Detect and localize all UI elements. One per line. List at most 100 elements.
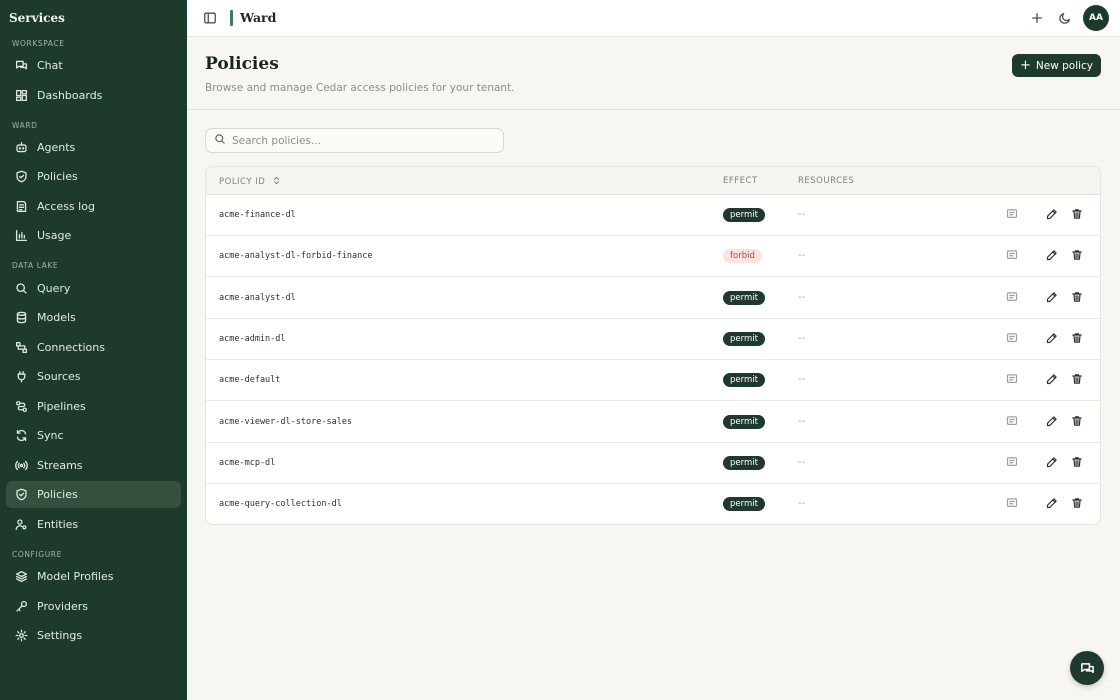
page-header: Policies Browse and manage Cedar access … xyxy=(187,37,1120,110)
table-header: POLICY ID EFFECT RESOURCES xyxy=(206,167,1100,195)
policy-id: acme-analyst-dl-forbid-finance xyxy=(219,251,373,262)
table-row[interactable]: acme-query-collection-dl permit -- xyxy=(206,484,1100,524)
sidebar-item-streams[interactable]: Streams xyxy=(6,452,181,479)
sidebar-item-label: Streams xyxy=(37,459,83,472)
delete-icon[interactable] xyxy=(1071,291,1084,304)
delete-icon[interactable] xyxy=(1071,497,1084,510)
sidebar-item-pipelines[interactable]: Pipelines xyxy=(6,393,181,420)
plus-icon: + xyxy=(1019,58,1031,73)
table-row[interactable]: acme-admin-dl permit -- xyxy=(206,319,1100,360)
edit-icon[interactable] xyxy=(1046,497,1059,510)
section-workspace: WORKSPACE xyxy=(12,39,65,48)
user-settings-icon xyxy=(14,518,28,532)
sidebar-item-label: Sync xyxy=(37,429,64,442)
delete-icon[interactable] xyxy=(1071,249,1084,262)
sidebar-item-label: Policies xyxy=(37,488,78,501)
sidebar-item-ward-policies[interactable]: Policies xyxy=(6,163,181,190)
table-row[interactable]: acme-viewer-dl-store-sales permit -- xyxy=(206,402,1100,443)
edit-icon[interactable] xyxy=(1046,249,1059,262)
plus-icon[interactable] xyxy=(1030,11,1044,25)
effect-badge: permit xyxy=(723,455,765,470)
table-row[interactable]: acme-mcp-dl permit -- xyxy=(206,443,1100,484)
moon-icon[interactable] xyxy=(1058,11,1072,25)
sidebar-item-usage[interactable]: Usage xyxy=(6,222,181,249)
edit-icon[interactable] xyxy=(1046,415,1059,428)
table-row[interactable]: acme-finance-dl permit -- xyxy=(206,195,1100,236)
key-icon xyxy=(14,600,28,614)
comment-icon[interactable] xyxy=(1006,373,1019,386)
delete-icon[interactable] xyxy=(1071,373,1084,386)
sidebar-brand: Services xyxy=(9,11,65,25)
sidebar-item-providers[interactable]: Providers xyxy=(6,593,181,620)
column-header-effect: EFFECT xyxy=(723,176,758,186)
comment-icon[interactable] xyxy=(1006,249,1019,262)
table-row[interactable]: acme-default permit -- xyxy=(206,360,1100,402)
bar-chart-icon xyxy=(14,229,28,243)
sidebar-item-agents[interactable]: Agents xyxy=(6,134,181,161)
chat-fab-button[interactable] xyxy=(1070,651,1104,685)
sidebar-item-chat[interactable]: Chat xyxy=(6,52,181,79)
comment-icon[interactable] xyxy=(1006,291,1019,304)
resources-value: -- xyxy=(798,374,806,386)
effect-badge: permit xyxy=(723,290,765,305)
comment-icon[interactable] xyxy=(1006,497,1019,510)
column-header-policy-id[interactable]: POLICY ID xyxy=(219,176,280,188)
plug-icon xyxy=(14,370,28,384)
delete-icon[interactable] xyxy=(1071,456,1084,469)
sidebar-item-label: Dashboards xyxy=(37,89,103,102)
resources-value: -- xyxy=(798,209,806,220)
new-policy-button[interactable]: + New policy xyxy=(1012,54,1101,77)
avatar[interactable]: AA xyxy=(1083,5,1109,31)
delete-icon[interactable] xyxy=(1071,415,1084,428)
comment-icon[interactable] xyxy=(1006,332,1019,345)
layers-icon xyxy=(14,570,28,584)
sidebar-item-settings[interactable]: Settings xyxy=(6,622,181,649)
table-row[interactable]: acme-analyst-dl permit -- xyxy=(206,278,1100,319)
effect-badge: permit xyxy=(723,497,765,512)
column-header-resources: RESOURCES xyxy=(798,176,855,186)
chat-icon xyxy=(14,59,28,73)
search-box xyxy=(205,128,504,153)
dashboard-icon xyxy=(14,89,28,103)
sidebar-item-models[interactable]: Models xyxy=(6,304,181,331)
policy-id: acme-mcp-dl xyxy=(219,457,276,468)
sidebar-item-model-profiles[interactable]: Model Profiles xyxy=(6,563,181,590)
delete-icon[interactable] xyxy=(1071,208,1084,221)
sidebar-item-dashboards[interactable]: Dashboards xyxy=(6,82,181,109)
effect-badge: forbid xyxy=(723,249,762,264)
sidebar-item-label: Settings xyxy=(37,629,83,642)
sidebar-item-sources[interactable]: Sources xyxy=(6,363,181,390)
sidebar-toggle-icon[interactable] xyxy=(203,11,217,25)
sidebar-item-label: Providers xyxy=(37,600,89,613)
sidebar-item-sync[interactable]: Sync xyxy=(6,422,181,449)
sidebar-item-label: Usage xyxy=(37,229,72,242)
search-input[interactable] xyxy=(232,134,482,147)
delete-icon[interactable] xyxy=(1071,332,1084,345)
sidebar-item-access-log[interactable]: Access log xyxy=(6,193,181,220)
policy-id: acme-finance-dl xyxy=(219,210,296,220)
comment-icon[interactable] xyxy=(1006,415,1019,428)
broadcast-icon xyxy=(14,459,28,473)
sidebar-item-label: Query xyxy=(37,282,71,295)
comment-icon[interactable] xyxy=(1006,456,1019,469)
sidebar-item-label: Models xyxy=(37,311,76,324)
edit-icon[interactable] xyxy=(1046,373,1059,386)
effect-badge: permit xyxy=(723,373,765,388)
sidebar: Services WORKSPACE Chat Dashboards WARD … xyxy=(0,0,187,700)
effect-badge: permit xyxy=(723,414,765,429)
sidebar-item-entities[interactable]: Entities xyxy=(6,511,181,538)
sidebar-item-policies[interactable]: Policies xyxy=(6,481,181,508)
sidebar-item-connections[interactable]: Connections xyxy=(6,334,181,361)
section-ward: WARD xyxy=(12,121,38,130)
edit-icon[interactable] xyxy=(1046,291,1059,304)
edit-icon[interactable] xyxy=(1046,456,1059,469)
table-row[interactable]: acme-analyst-dl-forbid-finance forbid -- xyxy=(206,236,1100,278)
sync-icon xyxy=(14,429,28,443)
section-configure: CONFIGURE xyxy=(12,550,62,559)
edit-icon[interactable] xyxy=(1046,208,1059,221)
comment-icon[interactable] xyxy=(1006,208,1019,221)
sidebar-item-query[interactable]: Query xyxy=(6,275,181,302)
shield-icon xyxy=(14,170,28,184)
edit-icon[interactable] xyxy=(1046,332,1059,345)
policies-table: POLICY ID EFFECT RESOURCES acme-finance-… xyxy=(205,166,1101,525)
